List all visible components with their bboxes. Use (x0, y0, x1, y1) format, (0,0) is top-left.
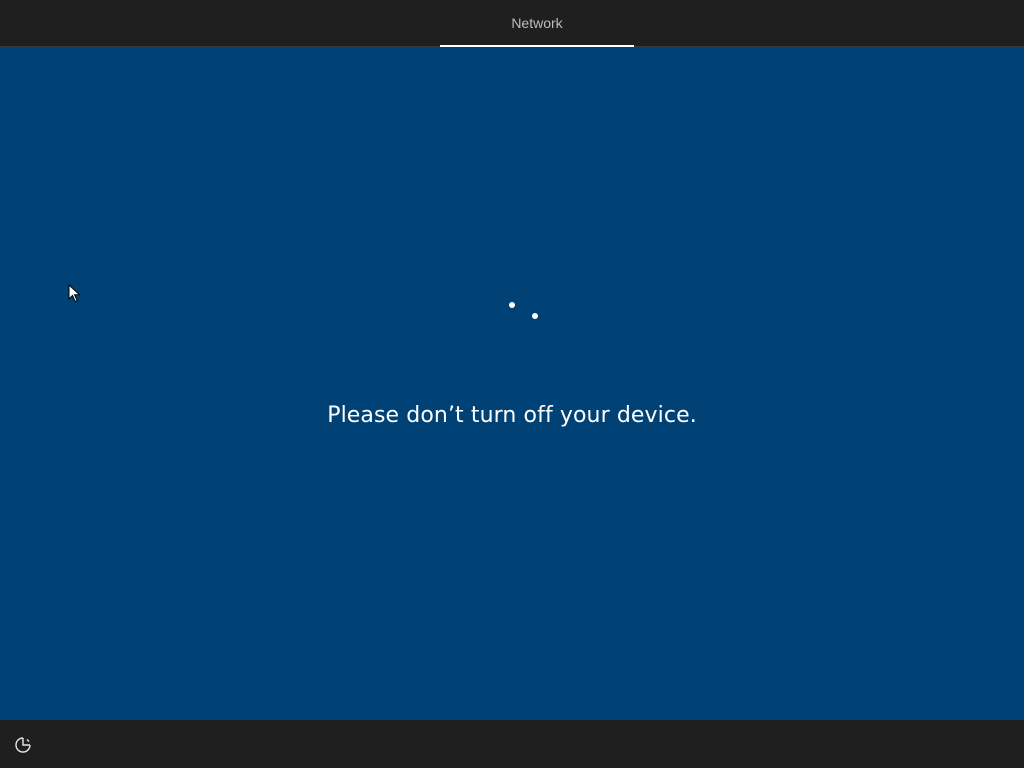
loading-dots-icon (500, 294, 544, 324)
ease-of-access-icon (15, 737, 31, 753)
status-message: Please don’t turn off your device. (327, 403, 697, 428)
mouse-pointer-icon (68, 284, 81, 303)
top-progress-bar: Network (0, 0, 1024, 47)
main-content-area: Please don’t turn off your device. (0, 47, 1024, 720)
bottom-bar (0, 720, 1024, 768)
spinner-dot (509, 302, 515, 308)
ease-of-access-button[interactable] (12, 734, 34, 756)
spinner-dot (532, 313, 538, 319)
tab-network: Network (440, 0, 634, 46)
tab-network-label: Network (511, 15, 563, 31)
